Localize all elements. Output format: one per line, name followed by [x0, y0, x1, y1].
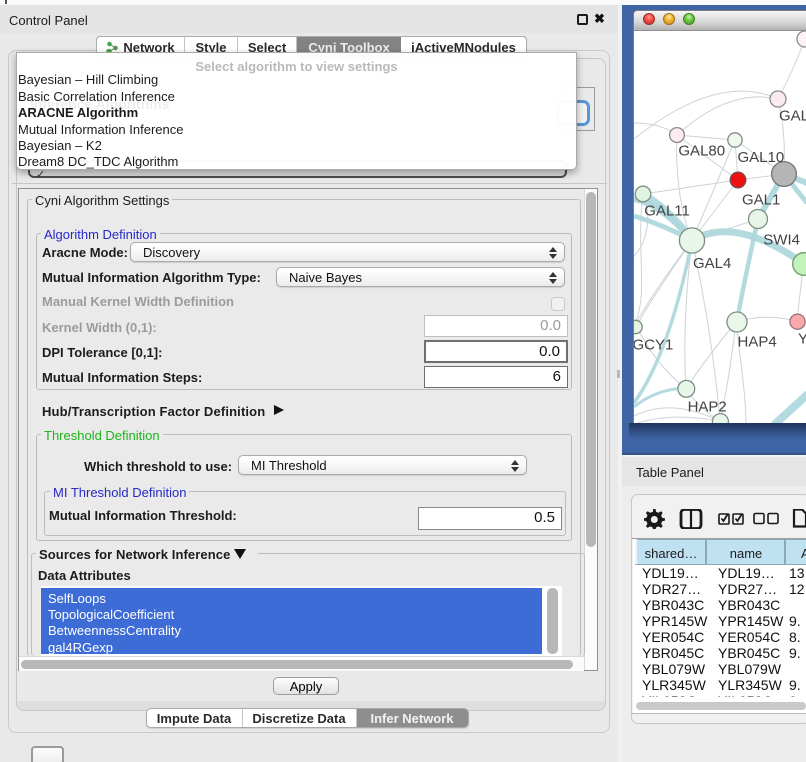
svg-text:GAL80: GAL80 — [678, 143, 725, 160]
svg-text:GAL1: GAL1 — [742, 192, 780, 209]
svg-text:SWI4: SWI4 — [763, 232, 800, 249]
svg-text:GAL2: GAL2 — [779, 108, 806, 125]
svg-text:HAP4: HAP4 — [738, 334, 777, 351]
svg-text:HAP2: HAP2 — [688, 399, 727, 416]
svg-text:GAL10: GAL10 — [738, 149, 785, 166]
svg-text:YM: YM — [798, 331, 806, 348]
svg-text:GAL11: GAL11 — [644, 203, 690, 220]
svg-text:GAL4: GAL4 — [693, 255, 731, 272]
svg-text:GCY1: GCY1 — [634, 337, 673, 354]
